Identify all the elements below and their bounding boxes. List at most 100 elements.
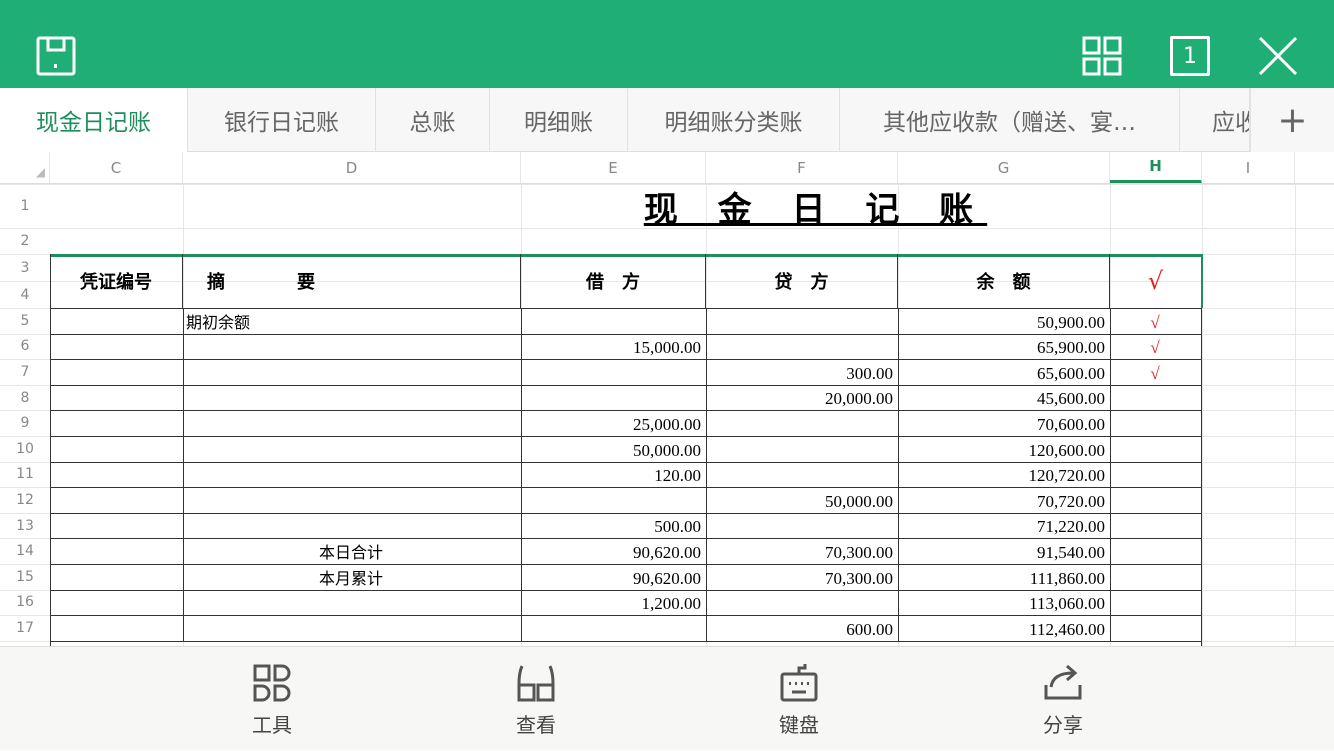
cell-debit[interactable]: 90,620.00 [521,538,706,564]
cell-credit[interactable]: 20,000.00 [706,385,898,411]
cell-check[interactable] [1110,564,1202,590]
cell-check[interactable] [1110,615,1202,641]
row-header-7[interactable]: 7 [0,359,50,385]
tab-general-ledger[interactable]: 总账 [376,88,490,152]
cell-debit[interactable]: 90,620.00 [521,564,706,590]
row-header-14[interactable]: 14 [0,538,50,564]
keyboard-button[interactable]: 键盘 [739,647,859,751]
tab-other-receivables[interactable]: 其他应收款（赠送、宴… [840,88,1180,152]
cell-summary[interactable] [183,410,521,436]
cell-credit[interactable]: 600.00 [706,615,898,641]
cell-summary[interactable] [183,334,521,360]
cell-balance[interactable]: 70,600.00 [898,410,1110,436]
cell-check[interactable]: √ [1110,359,1202,385]
cell-check[interactable] [1110,538,1202,564]
tab-detail-ledger[interactable]: 明细账 [490,88,628,152]
cell-debit[interactable] [521,359,706,385]
cell-debit[interactable]: 120.00 [521,462,706,488]
row-header-6[interactable]: 6 [0,334,50,360]
cell-check[interactable] [1110,590,1202,616]
cell-debit[interactable] [521,308,706,334]
tab-bank-journal[interactable]: 银行日记账 [188,88,376,152]
column-header-h[interactable]: H [1110,152,1202,184]
column-header-e[interactable]: E [521,152,706,184]
cell-balance[interactable]: 65,600.00 [898,359,1110,385]
tab-detail-category[interactable]: 明细账分类账 [628,88,840,152]
cell-check[interactable]: √ [1110,334,1202,360]
row-header-1[interactable]: 1 [0,184,50,228]
cell-credit[interactable] [706,462,898,488]
sheet-count-icon[interactable]: 1 [1170,36,1210,76]
cell-balance[interactable]: 45,600.00 [898,385,1110,411]
cell-balance[interactable]: 120,720.00 [898,462,1110,488]
cell-credit[interactable] [706,308,898,334]
row-header-10[interactable]: 10 [0,436,50,462]
cell-summary[interactable]: 期初余额 [183,308,521,334]
close-icon[interactable] [1258,36,1298,76]
column-header-c[interactable]: C [50,152,183,184]
cell-balance[interactable]: 113,060.00 [898,590,1110,616]
row-header-17[interactable]: 17 [0,615,50,641]
save-icon[interactable] [36,36,76,76]
cell-balance[interactable]: 112,460.00 [898,615,1110,641]
cell-check[interactable] [1110,487,1202,513]
grid-icon[interactable] [1082,36,1122,76]
row-header-16[interactable]: 16 [0,590,50,616]
select-all-corner[interactable]: ◢ [0,152,50,184]
view-button[interactable]: 查看 [476,647,596,751]
cell-check[interactable] [1110,436,1202,462]
cell-debit[interactable] [521,615,706,641]
column-header-d[interactable]: D [183,152,521,184]
cell-debit[interactable] [521,385,706,411]
cell-credit[interactable]: 300.00 [706,359,898,385]
cell-summary[interactable] [183,513,521,539]
row-header-15[interactable]: 15 [0,564,50,590]
cell-credit[interactable]: 50,000.00 [706,487,898,513]
cell-debit[interactable]: 15,000.00 [521,334,706,360]
cell-check[interactable] [1110,410,1202,436]
cell-check[interactable]: √ [1110,308,1202,334]
share-button[interactable]: 分享 [1003,647,1123,751]
row-header-4[interactable]: 4 [0,281,50,308]
cell-credit[interactable] [706,334,898,360]
cell-summary[interactable]: 本月累计 [183,564,521,590]
row-header-13[interactable]: 13 [0,513,50,539]
row-header-2[interactable]: 2 [0,228,50,254]
cell-summary[interactable] [183,615,521,641]
cell-credit[interactable] [706,513,898,539]
cell-credit[interactable] [706,436,898,462]
tools-button[interactable]: 工具 [212,647,332,751]
cell-balance[interactable]: 71,220.00 [898,513,1110,539]
cell-summary[interactable] [183,436,521,462]
cell-check[interactable] [1110,385,1202,411]
cell-credit[interactable] [706,410,898,436]
row-header-12[interactable]: 12 [0,487,50,513]
cell-credit[interactable] [706,590,898,616]
row-header-3[interactable]: 3 [0,254,50,281]
cell-debit[interactable] [521,487,706,513]
cell-check[interactable] [1110,513,1202,539]
cell-debit[interactable]: 25,000.00 [521,410,706,436]
cell-balance[interactable]: 120,600.00 [898,436,1110,462]
row-header-11[interactable]: 11 [0,462,50,488]
cell-balance[interactable]: 70,720.00 [898,487,1110,513]
tab-cash-journal[interactable]: 现金日记账 [0,88,188,152]
cell-summary[interactable] [183,462,521,488]
column-header-f[interactable]: F [706,152,898,184]
cell-balance[interactable]: 65,900.00 [898,334,1110,360]
cell-credit[interactable]: 70,300.00 [706,538,898,564]
cell-summary[interactable] [183,359,521,385]
tab-receivables[interactable]: 应收 [1180,88,1250,152]
cell-debit[interactable]: 1,200.00 [521,590,706,616]
column-header-g[interactable]: G [898,152,1110,184]
cell-check[interactable] [1110,462,1202,488]
cell-balance[interactable]: 91,540.00 [898,538,1110,564]
row-header-9[interactable]: 9 [0,410,50,436]
cell-debit[interactable]: 500.00 [521,513,706,539]
cell-balance[interactable]: 111,860.00 [898,564,1110,590]
cell-summary[interactable] [183,487,521,513]
cell-summary[interactable]: 本日合计 [183,538,521,564]
cell-summary[interactable] [183,385,521,411]
cell-balance[interactable]: 50,900.00 [898,308,1110,334]
cell-summary[interactable] [183,590,521,616]
